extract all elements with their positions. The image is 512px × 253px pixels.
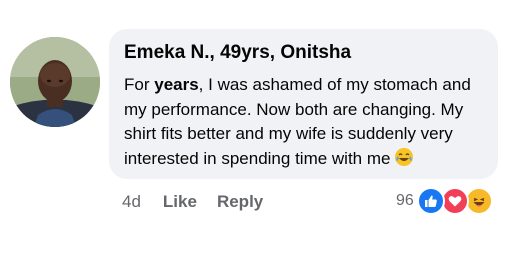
comment-item: Emeka N., 49yrs, Onitsha For years, I wa… bbox=[0, 0, 512, 253]
comment-text: For years, I was ashamed of my stomach a… bbox=[124, 73, 484, 174]
reaction-summary[interactable]: 96 bbox=[396, 187, 493, 215]
haha-icon bbox=[464, 187, 493, 215]
comment-text-emphasis: years bbox=[154, 75, 199, 94]
like-icon bbox=[416, 187, 445, 215]
comment-actions: 4d Like Reply bbox=[122, 190, 263, 214]
like-button[interactable]: Like bbox=[163, 192, 197, 212]
avatar-photo bbox=[10, 37, 100, 127]
comment-text-start: For bbox=[124, 75, 155, 94]
reply-button[interactable]: Reply bbox=[217, 192, 263, 212]
avatar[interactable] bbox=[10, 37, 100, 127]
author-name[interactable]: Emeka N., 49yrs, Onitsha bbox=[124, 42, 484, 64]
reaction-count: 96 bbox=[396, 192, 414, 209]
laughing-tears-emoji-icon bbox=[394, 147, 414, 175]
comment-bubble: Emeka N., 49yrs, Onitsha For years, I wa… bbox=[109, 29, 498, 179]
comment-age[interactable]: 4d bbox=[122, 192, 141, 212]
love-icon bbox=[440, 187, 469, 215]
